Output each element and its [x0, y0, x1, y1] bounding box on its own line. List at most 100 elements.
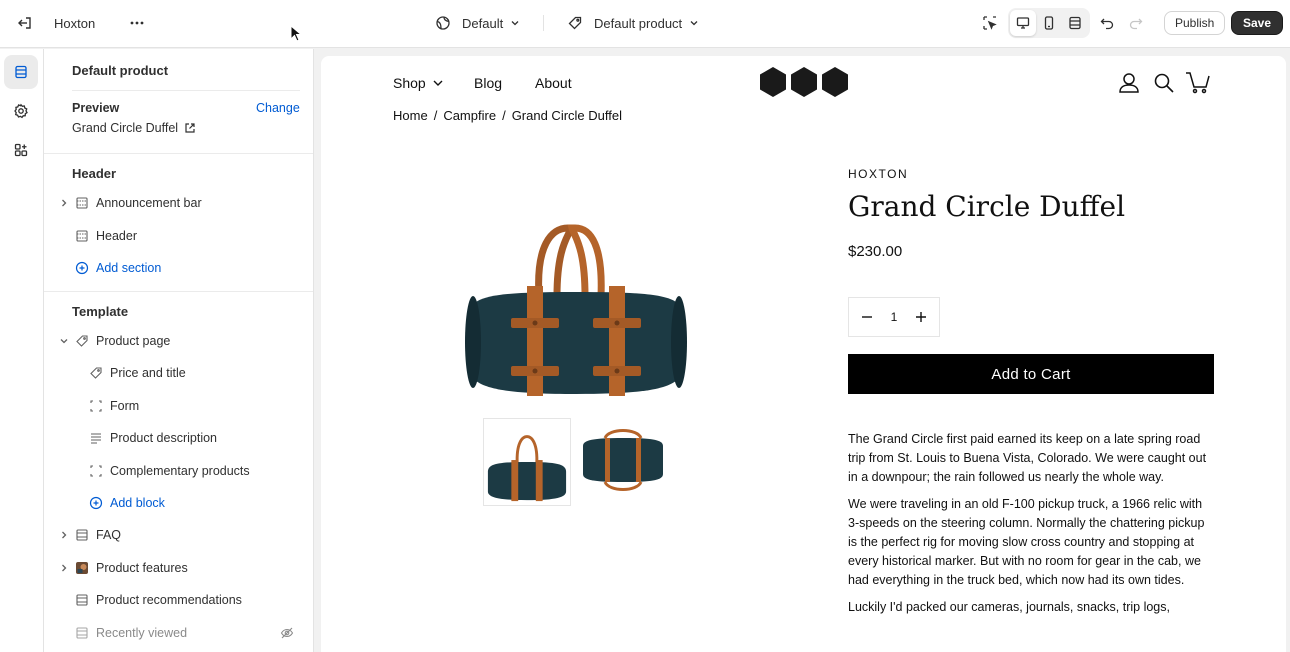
block-complementary-products[interactable]: Complementary products: [88, 461, 250, 481]
product-main-image[interactable]: [451, 216, 701, 406]
image-thumbnail-icon: [76, 562, 88, 574]
add-section-label: Add section: [96, 261, 162, 275]
sidebar-item-product-recommendations[interactable]: Product recommendations: [74, 590, 242, 610]
sidebar-item-label: Header: [96, 229, 137, 243]
mouse-cursor-icon: [290, 25, 302, 42]
section-icon: [76, 197, 88, 209]
exit-icon: [18, 17, 31, 29]
quantity-increase-button[interactable]: [911, 307, 931, 327]
product-vendor[interactable]: HOXTON: [848, 167, 908, 181]
block-price-and-title[interactable]: Price and title: [88, 363, 186, 383]
cart-icon[interactable]: [1185, 70, 1211, 96]
chevron-down-icon: [433, 80, 443, 86]
theme-settings-tab[interactable]: [4, 94, 38, 128]
quantity-value[interactable]: 1: [891, 310, 898, 324]
preview-product-name: Grand Circle Duffel: [72, 121, 179, 135]
plus-circle-icon: [89, 496, 103, 510]
block-label: Price and title: [110, 366, 186, 380]
sidebar-item-header[interactable]: Header: [74, 226, 137, 246]
block-label: Form: [110, 399, 140, 413]
tag-icon: [568, 16, 582, 30]
device-toggle: [1008, 8, 1090, 38]
theme-selector[interactable]: Default: [430, 0, 521, 46]
sidebar: Default product Preview Change Grand Cir…: [44, 49, 314, 652]
apps-tab[interactable]: [4, 133, 38, 167]
block-form[interactable]: Form: [88, 396, 139, 416]
store-logo[interactable]: [758, 66, 850, 98]
sidebar-item-label: Product recommendations: [96, 593, 242, 607]
block-product-description[interactable]: Product description: [88, 428, 217, 448]
sidebar-item-recently-viewed[interactable]: Recently viewed: [74, 623, 187, 643]
description-paragraph: Luckily I'd packed our cameras, journals…: [848, 600, 1170, 614]
minus-icon: [862, 316, 872, 318]
fullwidth-view-button[interactable]: [1062, 10, 1088, 36]
collapse-chevron[interactable]: [58, 335, 70, 347]
nav-shop[interactable]: Shop: [393, 73, 445, 93]
store-preview: Shop Blog About Home / Campfire / Grand …: [321, 56, 1286, 652]
nav-about[interactable]: About: [535, 73, 572, 93]
expand-chevron[interactable]: [58, 562, 70, 574]
divider: [44, 291, 313, 292]
publish-button[interactable]: Publish: [1164, 11, 1226, 35]
nav-blog[interactable]: Blog: [474, 73, 502, 93]
user-icon[interactable]: [1116, 70, 1142, 96]
block-label: Complementary products: [110, 464, 250, 478]
breadcrumb-campfire[interactable]: Campfire: [443, 108, 496, 123]
sidebar-item-announcement-bar[interactable]: Announcement bar: [74, 193, 202, 213]
expand-chevron[interactable]: [58, 529, 70, 541]
sidebar-item-label: Recently viewed: [96, 626, 188, 640]
template-group-title: Template: [72, 304, 129, 319]
template-selector[interactable]: Default product: [562, 0, 700, 46]
external-link-icon: [185, 123, 195, 133]
inspector-button[interactable]: [977, 0, 1003, 46]
section-icon: [76, 627, 88, 639]
quantity-decrease-button[interactable]: [857, 307, 877, 327]
sidebar-item-label: Product features: [96, 561, 188, 575]
preview-product-link[interactable]: Grand Circle Duffel: [72, 121, 196, 135]
description-paragraph: We were traveling in an old F-100 pickup…: [848, 497, 1205, 587]
add-block-button[interactable]: Add block: [88, 493, 165, 513]
chevron-down-icon: [690, 21, 698, 26]
chevron-right-icon: [62, 564, 67, 572]
product-price: $230.00: [848, 243, 903, 260]
add-to-cart-button[interactable]: Add to Cart: [848, 354, 1214, 394]
left-rail: [0, 49, 44, 652]
sidebar-item-product-page[interactable]: Product page: [74, 331, 170, 351]
block-icon: [90, 465, 102, 477]
theme-selector-label: Default: [462, 15, 504, 31]
product-thumbnail-1[interactable]: [483, 418, 571, 506]
section-icon: [76, 529, 88, 541]
breadcrumb-home[interactable]: Home: [393, 108, 428, 123]
save-button[interactable]: Save: [1231, 11, 1284, 35]
undo-button[interactable]: [1094, 0, 1120, 46]
visibility-toggle[interactable]: [280, 626, 294, 643]
chevron-down-icon: [60, 339, 68, 344]
tag-icon: [76, 335, 88, 347]
hidden-eye-icon: [280, 627, 294, 639]
fullwidth-icon: [1069, 16, 1081, 30]
mobile-icon: [1044, 16, 1054, 30]
sidebar-item-product-features[interactable]: Product features: [74, 558, 188, 578]
sections-tab[interactable]: [4, 55, 38, 89]
expand-chevron[interactable]: [58, 197, 70, 209]
divider: [44, 153, 313, 154]
redo-button[interactable]: [1123, 0, 1149, 46]
desktop-view-button[interactable]: [1010, 10, 1036, 36]
inspector-icon: [983, 16, 997, 30]
add-section-button[interactable]: Add section: [74, 258, 161, 278]
product-thumbnail-2[interactable]: [579, 418, 667, 506]
chevron-right-icon: [62, 531, 67, 539]
more-actions-button[interactable]: [124, 0, 150, 46]
exit-button[interactable]: [12, 0, 38, 46]
preview-change-link[interactable]: Change: [256, 101, 300, 115]
preview-label: Preview: [72, 101, 120, 115]
breadcrumb-separator: /: [502, 108, 506, 123]
sidebar-item-faq[interactable]: FAQ: [74, 525, 121, 545]
divider: [543, 15, 544, 31]
description-paragraph: The Grand Circle first paid earned its k…: [848, 432, 1207, 484]
price-tag-icon: [90, 367, 102, 379]
mobile-view-button[interactable]: [1036, 10, 1062, 36]
plus-circle-icon: [75, 261, 89, 275]
apps-icon: [14, 143, 28, 157]
search-icon[interactable]: [1151, 70, 1177, 96]
